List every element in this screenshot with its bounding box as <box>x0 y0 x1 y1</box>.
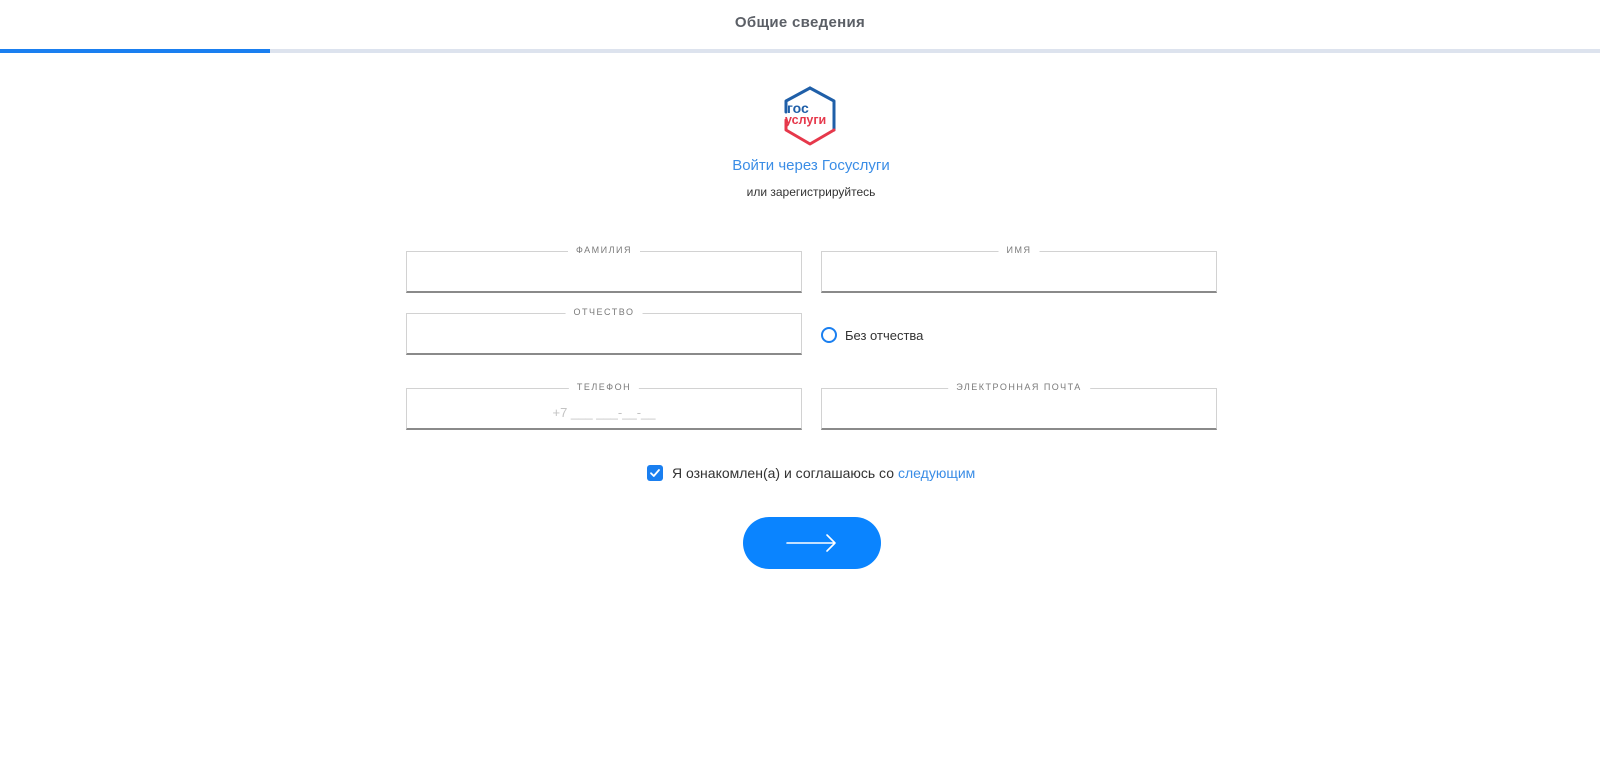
agreement-text: Я ознакомлен(а) и соглашаюсь со <box>672 465 894 481</box>
logo-text-line2: услуги <box>785 113 826 127</box>
header: Общие сведения <box>0 0 1600 53</box>
phone-label: ТЕЛЕФОН <box>568 382 640 392</box>
progress-bar <box>0 49 1600 53</box>
middlename-field[interactable]: ОТЧЕСТВО <box>406 307 802 355</box>
agreement-link[interactable]: следующим <box>898 465 975 481</box>
page-title: Общие сведения <box>734 14 866 31</box>
gosuslugi-login-link[interactable]: Войти через Госуслуги <box>0 157 1600 174</box>
firstname-label: ИМЯ <box>998 245 1040 255</box>
email-input[interactable] <box>822 397 1216 427</box>
lastname-field[interactable]: ФАМИЛИЯ <box>406 245 802 293</box>
agreement-row: Я ознакомлен(а) и соглашаюсь со следующи… <box>647 464 975 482</box>
email-field[interactable]: ЭЛЕКТРОННАЯ ПОЧТА <box>821 382 1217 430</box>
phone-field[interactable]: ТЕЛЕФОН <box>406 382 802 430</box>
no-middlename-label[interactable]: Без отчества <box>845 328 923 343</box>
middlename-label: ОТЧЕСТВО <box>565 307 643 317</box>
lastname-input[interactable] <box>407 260 801 290</box>
firstname-input[interactable] <box>822 260 1216 290</box>
arrow-right-icon <box>786 534 836 552</box>
no-middlename-option[interactable]: Без отчества <box>821 326 923 344</box>
progress-bar-fill <box>0 49 271 53</box>
register-subtext: или зарегистрируйтесь <box>746 185 876 199</box>
agreement-checkbox[interactable] <box>647 465 663 481</box>
no-middlename-radio[interactable] <box>821 327 837 343</box>
firstname-field[interactable]: ИМЯ <box>821 245 1217 293</box>
gosuslugi-logo-icon[interactable]: гос услуги <box>782 86 838 146</box>
phone-input[interactable] <box>407 397 801 427</box>
middlename-input[interactable] <box>407 322 801 352</box>
checkmark-icon <box>650 469 660 477</box>
email-label: ЭЛЕКТРОННАЯ ПОЧТА <box>948 382 1090 392</box>
next-button[interactable] <box>743 517 881 569</box>
lastname-label: ФАМИЛИЯ <box>568 245 640 255</box>
